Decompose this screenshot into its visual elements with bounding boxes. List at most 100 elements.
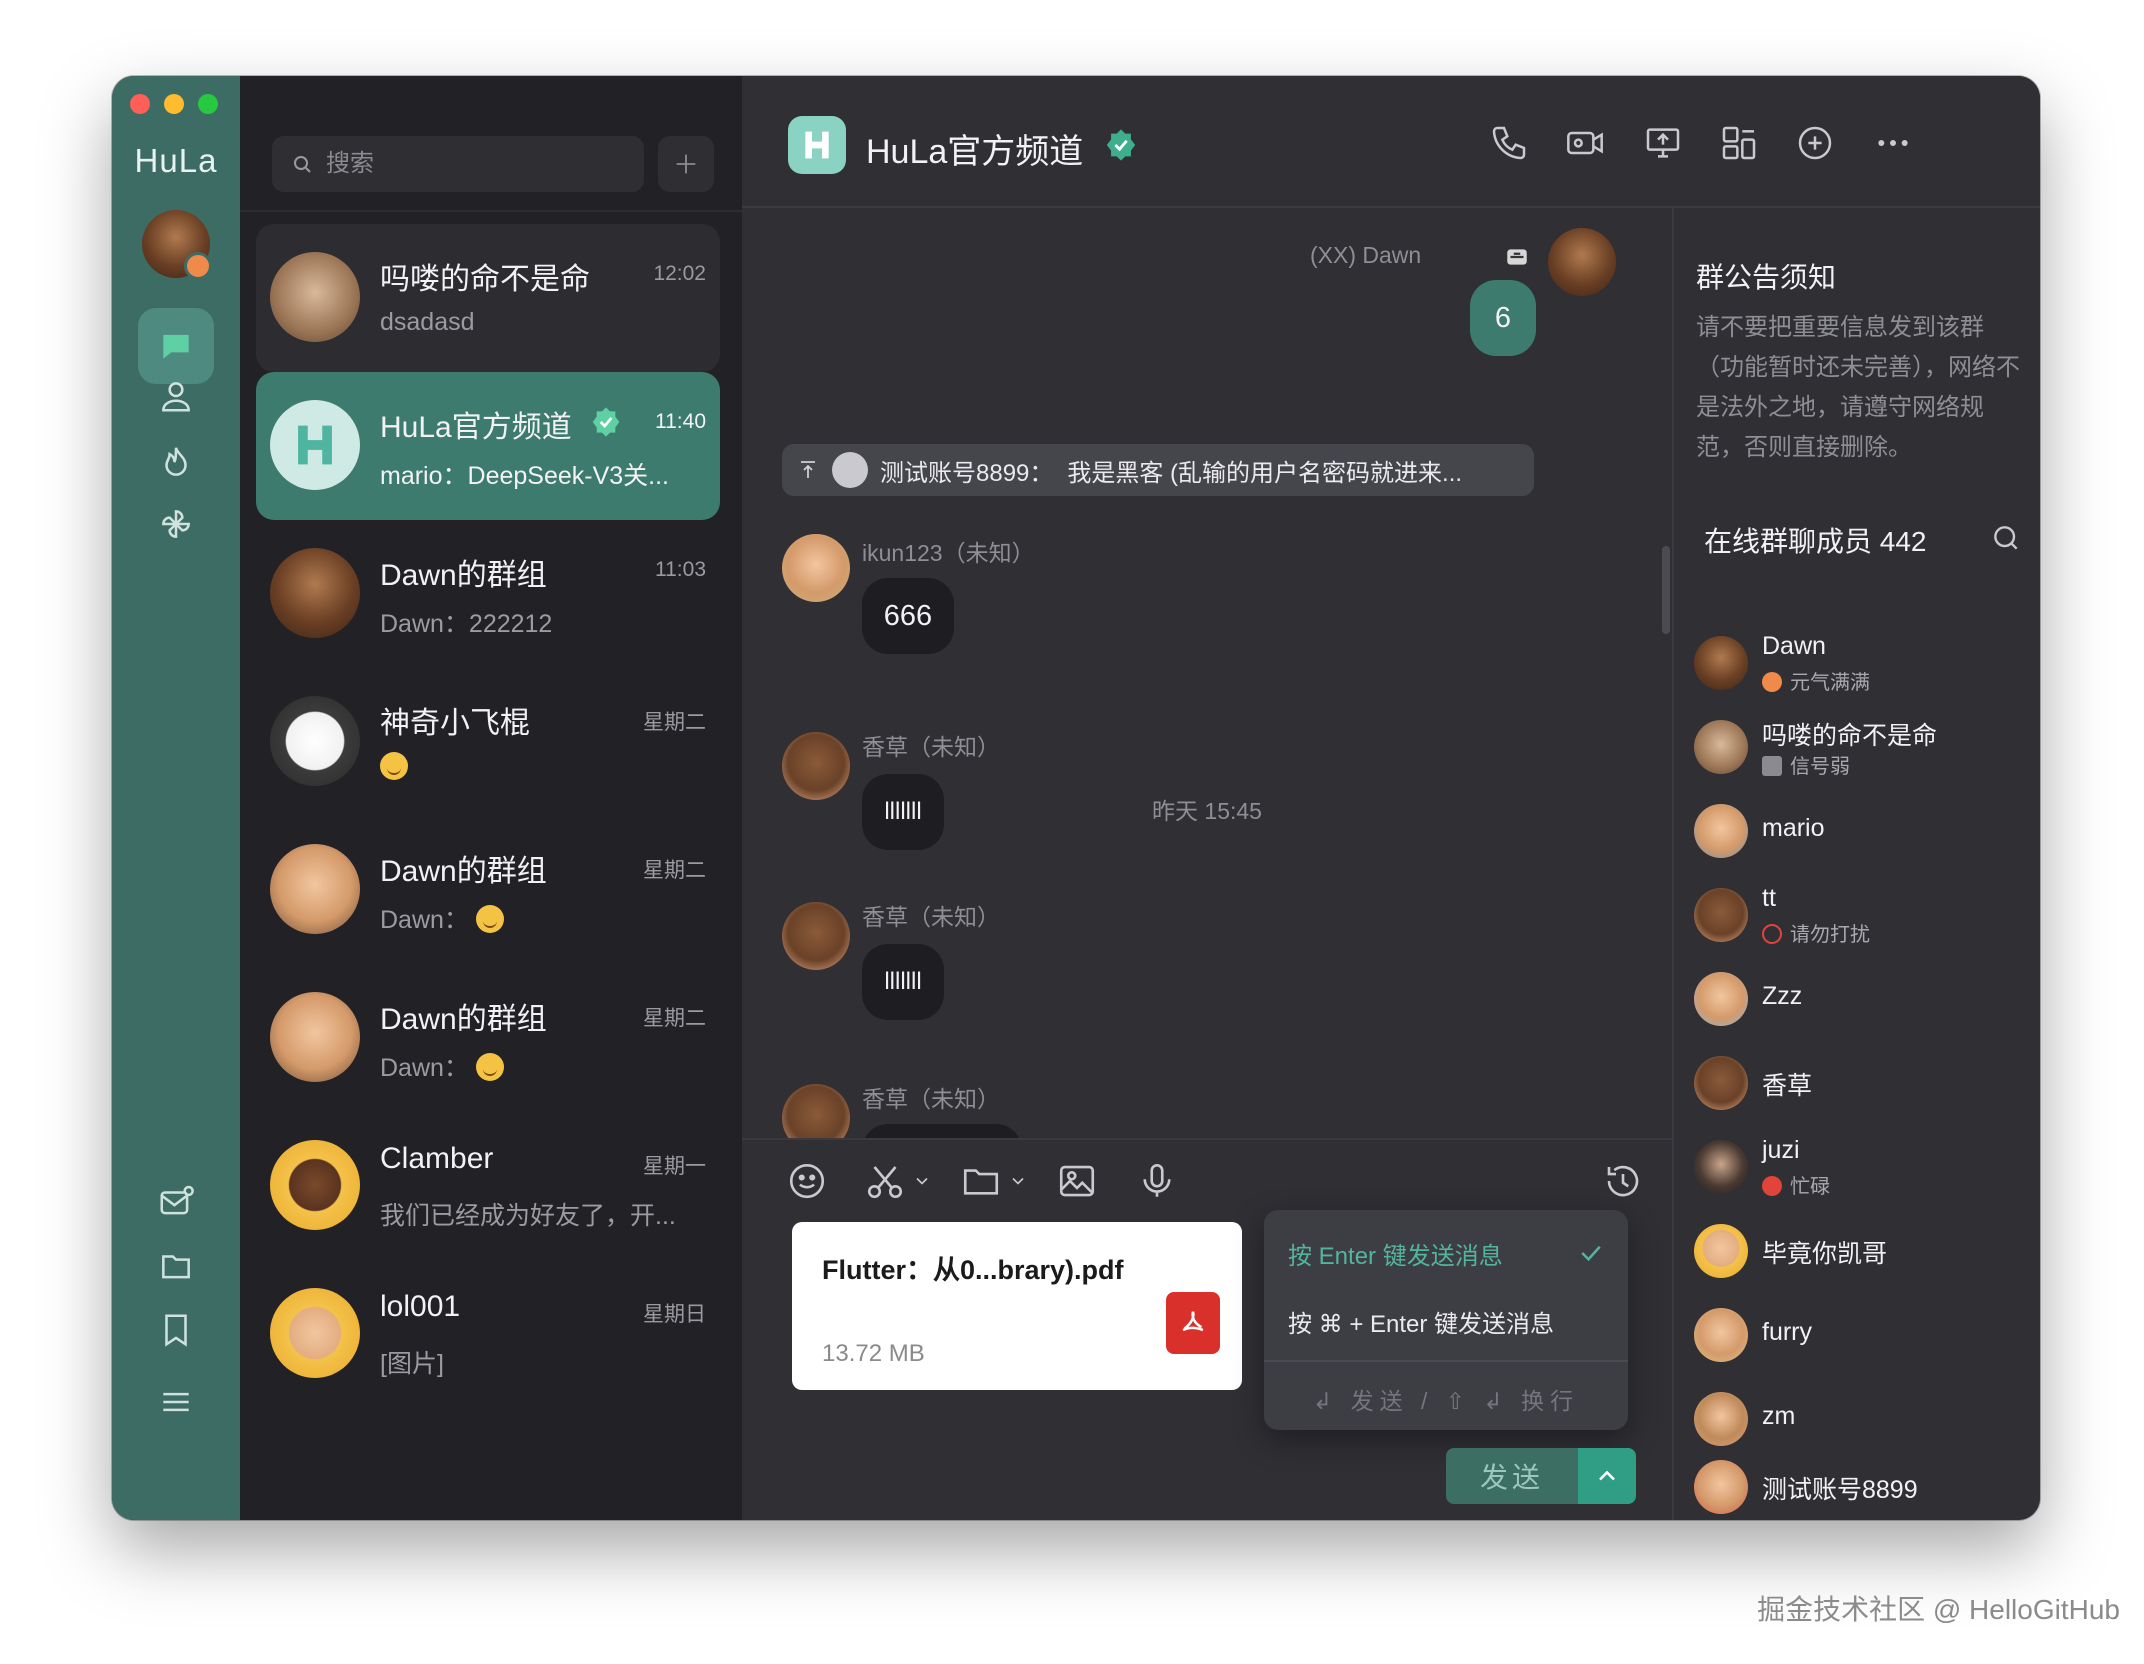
conversation-avatar xyxy=(270,992,360,1082)
announcement-title: 群公告须知 xyxy=(1696,262,1837,293)
member-avatar xyxy=(1694,636,1748,690)
member-name: zm xyxy=(1762,1402,1796,1430)
search-box[interactable] xyxy=(272,136,644,192)
conversation-item[interactable]: Dawn的群组 11:03 Dawn：222212 xyxy=(256,520,720,668)
send-option-cmd-enter[interactable]: 按 ⌘ + Enter 键发送消息 xyxy=(1288,1304,1554,1339)
maximize-window-button[interactable] xyxy=(198,94,218,114)
conversation-item[interactable]: Clamber 星期一 我们已经成为好友了，开... xyxy=(256,1112,720,1260)
send-option-enter[interactable]: 按 Enter 键发送消息 xyxy=(1288,1236,1503,1271)
file-attachment-card[interactable]: Flutter：从0...brary).pdf 13.72 MB xyxy=(792,1222,1242,1390)
conversation-time: 11:03 xyxy=(655,558,706,581)
member-name: juzi xyxy=(1762,1136,1800,1164)
my-avatar[interactable] xyxy=(142,210,212,280)
conversation-avatar xyxy=(270,1140,360,1230)
plugins-nav-button[interactable] xyxy=(138,486,214,562)
screen-share-button[interactable] xyxy=(1638,118,1688,168)
pin-top-icon xyxy=(801,461,815,478)
hamburger-icon xyxy=(163,1392,189,1412)
video-call-button[interactable] xyxy=(1560,118,1610,168)
chat-panel: HuLa官方频道 (XX) Dawn 6 测试账号8899： 我是黑客 (乱输的… xyxy=(742,76,2040,1520)
minimize-window-button[interactable] xyxy=(164,94,184,114)
conversation-name: 吗喽的命不是命 xyxy=(380,263,590,296)
screenshot-button[interactable] xyxy=(864,1156,932,1206)
member-avatar xyxy=(1694,1056,1748,1110)
channel-avatar xyxy=(788,116,846,174)
send-options-toggle[interactable] xyxy=(1578,1448,1636,1504)
verified-badge-icon xyxy=(592,407,620,437)
folder-icon xyxy=(963,1169,999,1195)
bookmarks-nav-button[interactable] xyxy=(138,1292,214,1368)
member-status-text: 请勿打扰 xyxy=(1790,924,1870,946)
member-avatar xyxy=(1694,720,1748,774)
member-item[interactable]: tt 请勿打扰 xyxy=(1694,884,2024,947)
file-button[interactable] xyxy=(960,1156,1028,1206)
hula-logo-icon xyxy=(805,131,829,159)
conversation-item[interactable]: Dawn的群组 星期二 Dawn： xyxy=(256,964,720,1112)
layout-button[interactable] xyxy=(1714,118,1764,168)
pinned-message-bar[interactable]: 测试账号8899： 我是黑客 (乱输的用户名密码就进来... xyxy=(782,444,1534,496)
member-item[interactable]: 香草 xyxy=(1694,1052,2024,1112)
contacts-nav-button[interactable] xyxy=(138,358,214,434)
member-item[interactable]: Dawn 元气满满 xyxy=(1694,632,2024,695)
add-member-button[interactable] xyxy=(1790,118,1840,168)
voice-button[interactable] xyxy=(1136,1156,1178,1206)
member-item[interactable]: Zzz xyxy=(1694,968,2024,1028)
search-icon[interactable] xyxy=(1990,522,2022,554)
scissors-icon xyxy=(867,1166,903,1199)
conversation-preview-text: Dawn： xyxy=(380,1054,469,1082)
send-button[interactable]: 发送 xyxy=(1446,1448,1578,1504)
member-item[interactable]: furry xyxy=(1694,1304,2024,1364)
pinned-user: 测试账号8899： xyxy=(880,459,1054,487)
member-status: 元气满满 xyxy=(1762,666,1870,695)
member-item[interactable]: juzi 忙碌 xyxy=(1694,1136,2024,1198)
member-avatar xyxy=(1694,888,1748,942)
conversation-name: Dawn的群组 xyxy=(380,1003,547,1036)
member-name: Zzz xyxy=(1762,982,1803,1010)
message-area: (XX) Dawn 6 测试账号8899： 我是黑客 (乱输的用户名密码就进来.… xyxy=(742,208,1672,1138)
app-logo: HuLa xyxy=(134,142,218,179)
menu-nav-button[interactable] xyxy=(138,1364,214,1440)
member-item[interactable]: 吗喽的命不是命 信号弱 xyxy=(1694,716,2024,779)
verified-badge-icon xyxy=(1106,129,1136,161)
image-button[interactable] xyxy=(1056,1156,1098,1206)
scrollbar-thumb[interactable] xyxy=(1662,546,1670,634)
add-button[interactable] xyxy=(658,136,714,192)
pinned-text: 我是黑客 (乱输的用户名密码就进来... xyxy=(1067,459,1463,487)
member-avatar xyxy=(1694,1308,1748,1362)
video-call-icon xyxy=(1567,131,1603,155)
history-button[interactable] xyxy=(1602,1156,1644,1206)
conversation-item[interactable]: lol001 星期日 [图片] xyxy=(256,1260,720,1408)
more-button[interactable] xyxy=(1868,118,1918,168)
send-options-menu: 按 Enter 键发送消息 按 ⌘ + Enter 键发送消息 ↲ 发送 / ⇧… xyxy=(1264,1210,1628,1430)
voice-call-button[interactable] xyxy=(1484,118,1534,168)
conversation-preview: Dawn： xyxy=(380,1048,504,1084)
conversation-item[interactable]: 神奇小飞棍 星期二 xyxy=(256,668,720,816)
kiss-emoji-icon xyxy=(475,905,504,933)
message-avatar xyxy=(782,534,850,602)
member-item[interactable]: 毕竟你凯哥 xyxy=(1694,1220,2024,1280)
close-window-button[interactable] xyxy=(130,94,150,114)
member-avatar xyxy=(1694,804,1748,858)
member-status: 信号弱 xyxy=(1762,750,1850,779)
conversation-item[interactable]: HuLa官方频道 11:40 mario：DeepSeek-V3关... xyxy=(256,372,720,520)
message-sender: (XX) Dawn xyxy=(1310,242,1422,268)
member-name: 测试账号8899 xyxy=(1762,1476,1918,1504)
microphone-icon xyxy=(1143,1163,1171,1197)
do-not-disturb-icon xyxy=(1762,924,1782,944)
conversation-item[interactable]: Dawn的群组 星期二 Dawn： xyxy=(256,816,720,964)
member-status-text: 信号弱 xyxy=(1790,756,1850,778)
member-status: 请勿打扰 xyxy=(1762,918,1870,947)
member-item[interactable]: zm xyxy=(1694,1388,2024,1448)
member-item[interactable]: 测试账号8899 xyxy=(1694,1456,2024,1516)
search-input[interactable] xyxy=(324,149,628,179)
emoji-button[interactable] xyxy=(786,1156,828,1206)
pdf-icon xyxy=(1166,1292,1220,1354)
conversation-item[interactable]: 吗喽的命不是命 12:02 dsadasd xyxy=(256,224,720,372)
conversation-avatar xyxy=(270,696,360,786)
conversation-preview: Dawn： xyxy=(380,900,504,936)
conversation-preview: Dawn：222212 xyxy=(380,610,553,638)
app-window: HuLa 搜索 吗喽的命不是命 12:02 dsadasd HuLa官方频道 1… xyxy=(112,76,2040,1520)
member-name: 吗喽的命不是命 xyxy=(1762,722,1938,750)
conversation-time: 星期日 xyxy=(643,1303,706,1326)
member-item[interactable]: mario xyxy=(1694,800,2024,860)
